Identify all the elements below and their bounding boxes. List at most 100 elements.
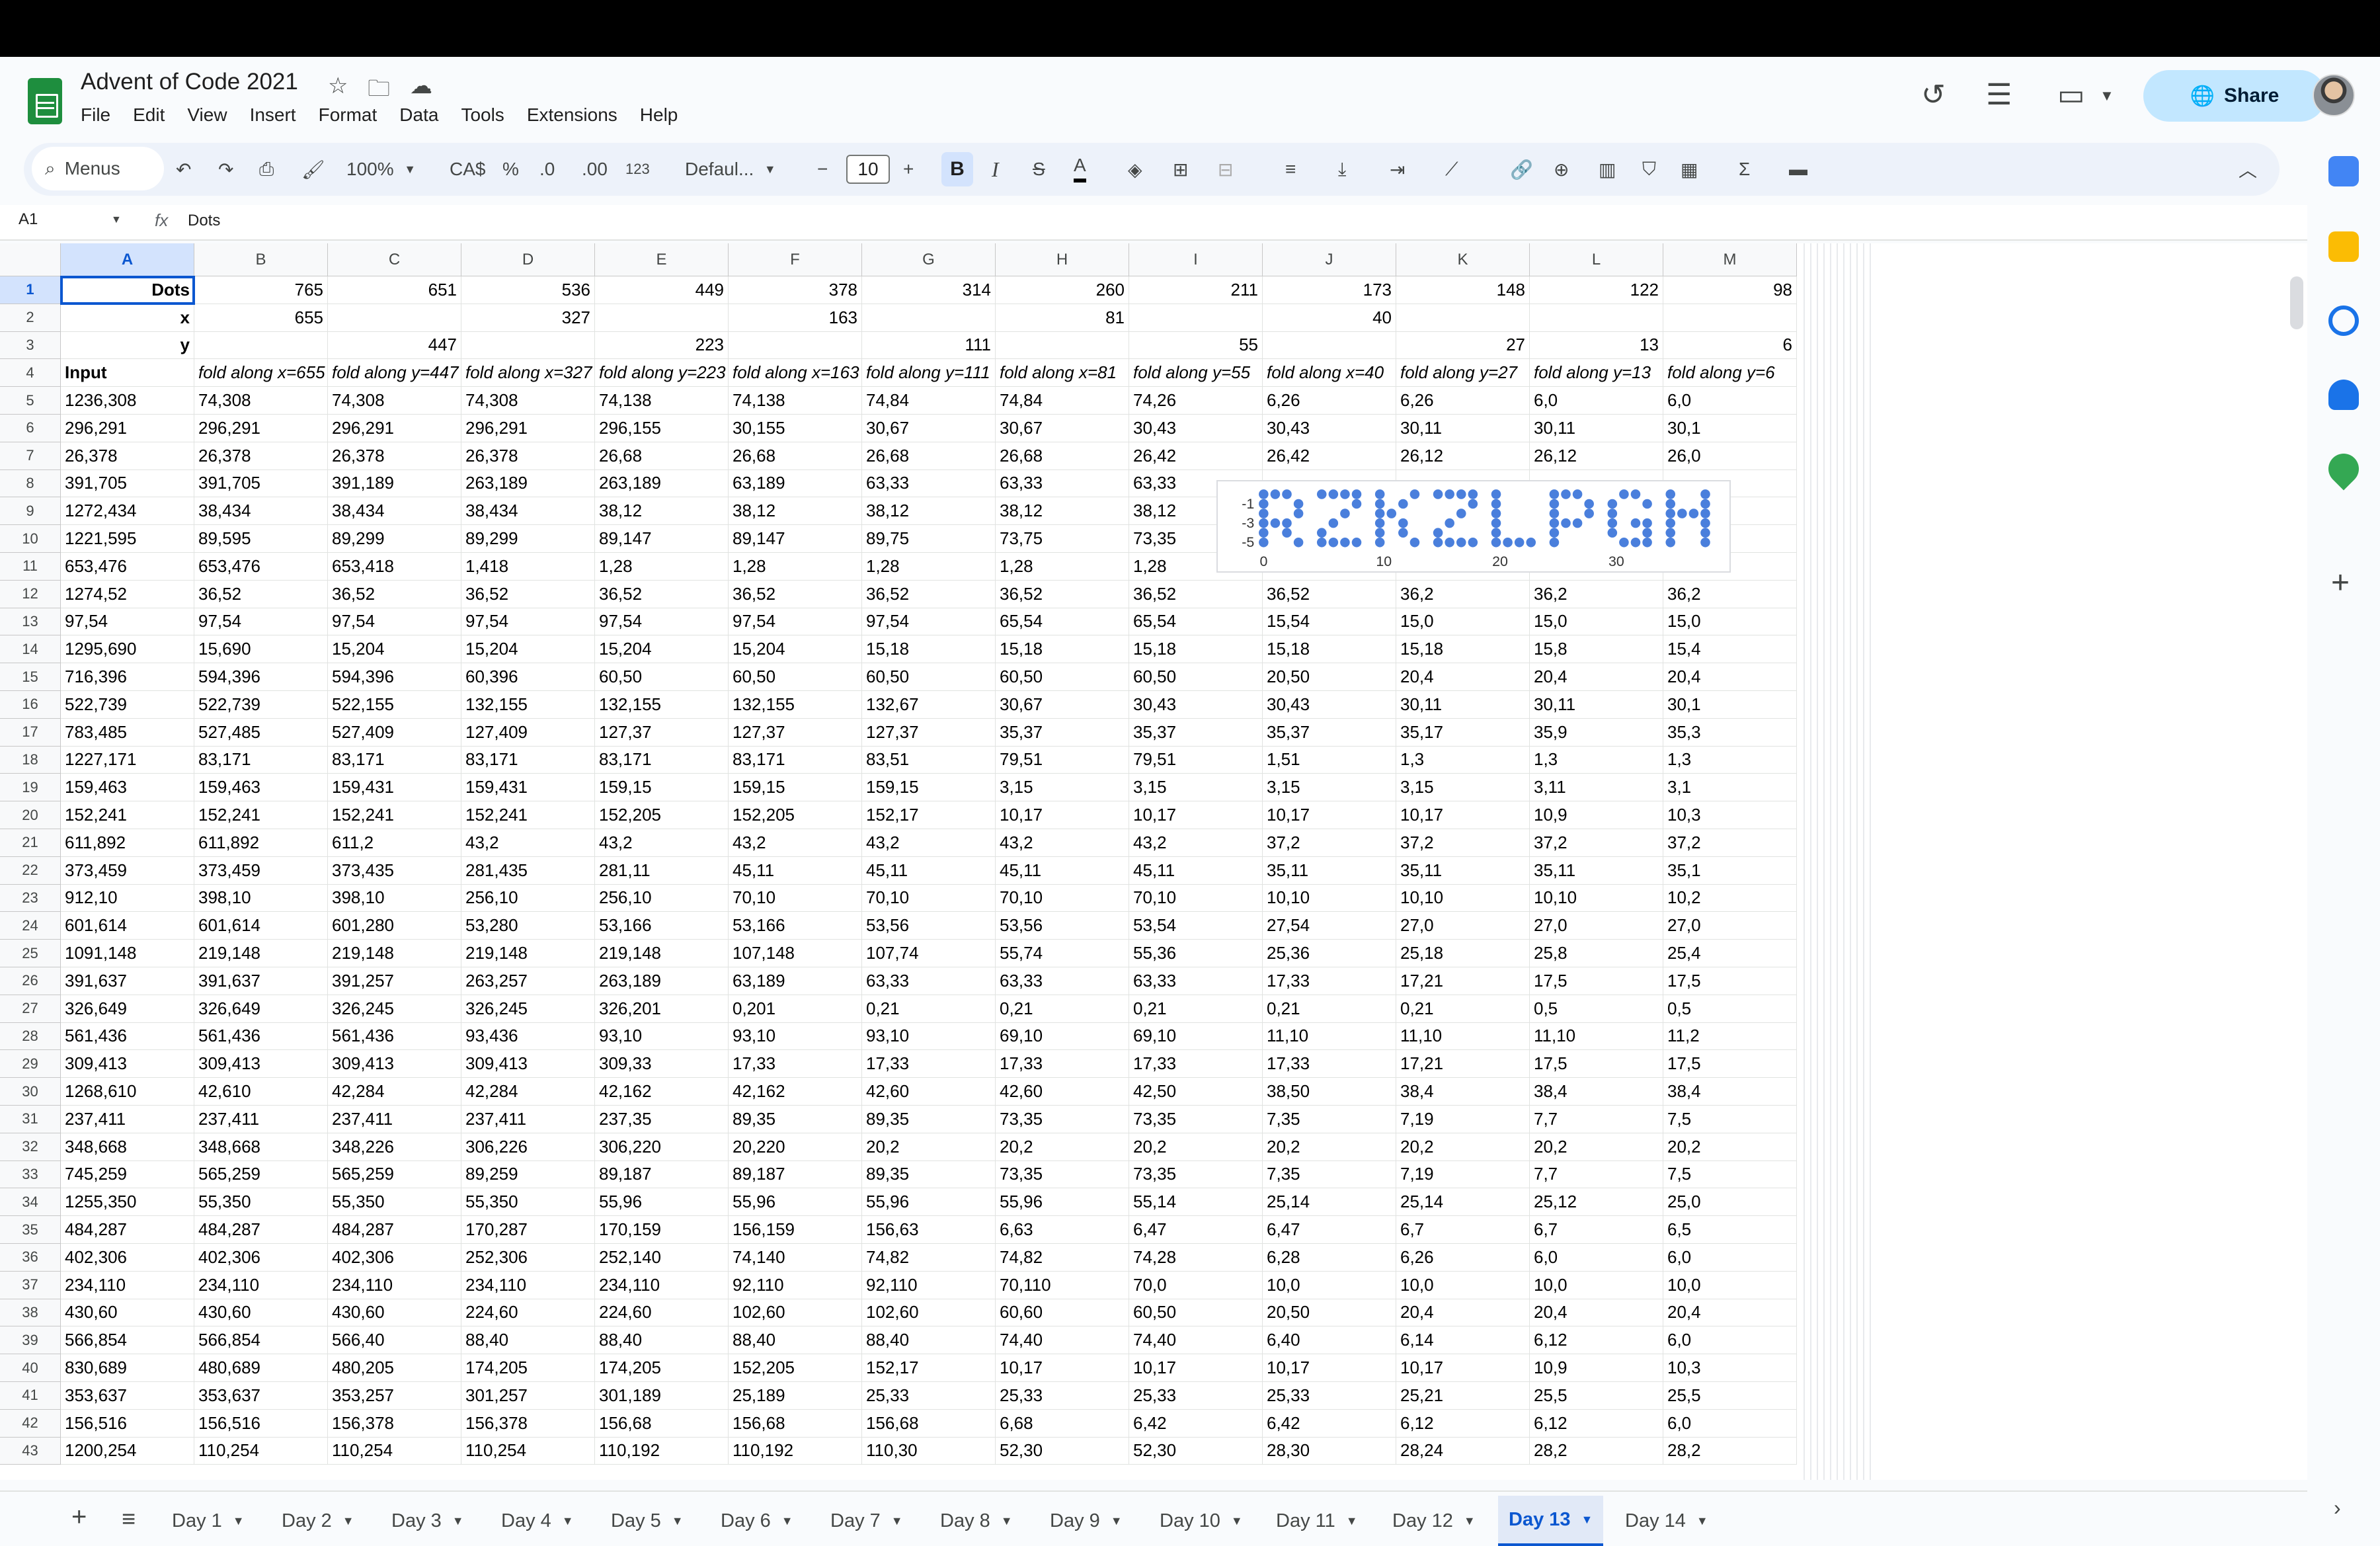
cell-b17[interactable]: 527,485	[194, 718, 328, 747]
cell-b16[interactable]: 522,739	[194, 691, 328, 719]
cell-c30[interactable]: 42,284	[328, 1078, 461, 1106]
cell-h6[interactable]: 30,67	[996, 415, 1129, 442]
cell-b29[interactable]: 309,413	[194, 1050, 328, 1078]
cell-h41[interactable]: 25,33	[996, 1382, 1129, 1410]
cell-j39[interactable]: 6,40	[1263, 1326, 1396, 1355]
column-header-j[interactable]: J	[1263, 243, 1396, 276]
cell-i22[interactable]: 45,11	[1129, 856, 1263, 885]
name-box[interactable]: A1	[19, 210, 38, 229]
row-header[interactable]: 42	[0, 1409, 61, 1438]
cell-h1[interactable]: 260	[996, 276, 1129, 304]
cell-f23[interactable]: 70,10	[729, 884, 862, 913]
cell-j36[interactable]: 6,28	[1263, 1244, 1396, 1272]
cell-f3[interactable]	[729, 331, 862, 360]
column-header-h[interactable]: H	[996, 243, 1129, 276]
row-header[interactable]: 35	[0, 1216, 61, 1244]
cell-h39[interactable]: 74,40	[996, 1326, 1129, 1355]
cell-c36[interactable]: 402,306	[328, 1244, 461, 1272]
cell-k28[interactable]: 11,10	[1396, 1022, 1530, 1051]
sheet-tab-day-13[interactable]: Day 13 ▼	[1498, 1496, 1604, 1546]
cell-d37[interactable]: 234,110	[461, 1271, 595, 1299]
cell-m21[interactable]: 37,2	[1663, 829, 1797, 857]
cell-h4[interactable]: fold along x=81	[996, 359, 1129, 387]
cell-e22[interactable]: 281,11	[595, 856, 729, 885]
cell-i42[interactable]: 6,42	[1129, 1409, 1263, 1438]
italic-button[interactable]: I	[992, 152, 999, 186]
cell-a9[interactable]: 1272,434	[61, 497, 194, 526]
cell-h10[interactable]: 73,75	[996, 525, 1129, 553]
text-color-button[interactable]: A	[1074, 152, 1086, 183]
cell-d8[interactable]: 263,189	[461, 469, 595, 498]
sheet-tab-day-8[interactable]: Day 8 ▼	[930, 1496, 1023, 1546]
cell-j37[interactable]: 10,0	[1263, 1271, 1396, 1299]
column-header-f[interactable]: F	[729, 243, 862, 276]
cell-f42[interactable]: 156,68	[729, 1409, 862, 1438]
cell-a35[interactable]: 484,287	[61, 1216, 194, 1244]
cell-g22[interactable]: 45,11	[862, 856, 996, 885]
cell-h33[interactable]: 73,35	[996, 1160, 1129, 1189]
cell-c40[interactable]: 480,205	[328, 1354, 461, 1382]
cell-m12[interactable]: 36,2	[1663, 580, 1797, 608]
cell-g1[interactable]: 314	[862, 276, 996, 304]
cell-h30[interactable]: 42,60	[996, 1078, 1129, 1106]
row-header[interactable]: 39	[0, 1326, 61, 1355]
cell-h22[interactable]: 45,11	[996, 856, 1129, 885]
cell-b39[interactable]: 566,854	[194, 1326, 328, 1355]
cell-k32[interactable]: 20,2	[1396, 1133, 1530, 1161]
cell-l31[interactable]: 7,7	[1530, 1106, 1663, 1133]
cell-d23[interactable]: 256,10	[461, 884, 595, 913]
cell-m7[interactable]: 26,0	[1663, 442, 1797, 470]
cell-c39[interactable]: 566,40	[328, 1326, 461, 1355]
row-header[interactable]: 38	[0, 1299, 61, 1327]
cell-k20[interactable]: 10,17	[1396, 801, 1530, 829]
cell-h17[interactable]: 35,37	[996, 718, 1129, 747]
cell-e9[interactable]: 38,12	[595, 497, 729, 526]
cell-f16[interactable]: 132,155	[729, 691, 862, 719]
row-header[interactable]: 32	[0, 1133, 61, 1161]
insert-chart-icon[interactable]: ▥	[1599, 152, 1616, 186]
doc-title[interactable]: Advent of Code 2021	[81, 69, 298, 95]
cell-a32[interactable]: 348,668	[61, 1133, 194, 1161]
cell-f6[interactable]: 30,155	[729, 415, 862, 442]
cell-c17[interactable]: 527,409	[328, 718, 461, 747]
cell-l39[interactable]: 6,12	[1530, 1326, 1663, 1355]
cell-m34[interactable]: 25,0	[1663, 1188, 1797, 1217]
cell-a21[interactable]: 611,892	[61, 829, 194, 857]
cell-e38[interactable]: 224,60	[595, 1299, 729, 1327]
cell-h32[interactable]: 20,2	[996, 1133, 1129, 1161]
cell-d39[interactable]: 88,40	[461, 1326, 595, 1355]
cell-l15[interactable]: 20,4	[1530, 663, 1663, 691]
cell-i5[interactable]: 74,26	[1129, 387, 1263, 415]
cell-h20[interactable]: 10,17	[996, 801, 1129, 829]
menu-format[interactable]: Format	[319, 104, 377, 126]
account-avatar[interactable]	[2313, 74, 2355, 116]
cell-j33[interactable]: 7,35	[1263, 1160, 1396, 1189]
cell-f14[interactable]: 15,204	[729, 635, 862, 664]
cell-k25[interactable]: 25,18	[1396, 940, 1530, 967]
cell-l26[interactable]: 17,5	[1530, 967, 1663, 995]
cell-e33[interactable]: 89,187	[595, 1160, 729, 1189]
cell-d27[interactable]: 326,245	[461, 995, 595, 1023]
functions-icon[interactable]: Σ	[1739, 152, 1750, 186]
cell-c14[interactable]: 15,204	[328, 635, 461, 664]
cell-m1[interactable]: 98	[1663, 276, 1797, 304]
sheet-tab-day-2[interactable]: Day 2 ▼	[271, 1496, 365, 1546]
chevron-down-icon[interactable]: ▼	[1346, 1514, 1358, 1528]
cell-m5[interactable]: 6,0	[1663, 387, 1797, 415]
cell-g40[interactable]: 152,17	[862, 1354, 996, 1382]
cell-f25[interactable]: 107,148	[729, 940, 862, 967]
sheets-logo-icon[interactable]	[28, 78, 62, 124]
cell-k18[interactable]: 1,3	[1396, 746, 1530, 774]
chevron-down-icon[interactable]: ▼	[1696, 1514, 1708, 1528]
cell-b43[interactable]: 110,254	[194, 1437, 328, 1465]
cell-c26[interactable]: 391,257	[328, 967, 461, 995]
cell-c4[interactable]: fold along y=447	[328, 359, 461, 387]
cell-a24[interactable]: 601,614	[61, 912, 194, 940]
cell-l32[interactable]: 20,2	[1530, 1133, 1663, 1161]
cell-f17[interactable]: 127,37	[729, 718, 862, 747]
cell-g28[interactable]: 93,10	[862, 1022, 996, 1051]
cell-b28[interactable]: 561,436	[194, 1022, 328, 1051]
cell-k1[interactable]: 148	[1396, 276, 1530, 304]
cell-m4[interactable]: fold along y=6	[1663, 359, 1797, 387]
cell-g26[interactable]: 63,33	[862, 967, 996, 995]
